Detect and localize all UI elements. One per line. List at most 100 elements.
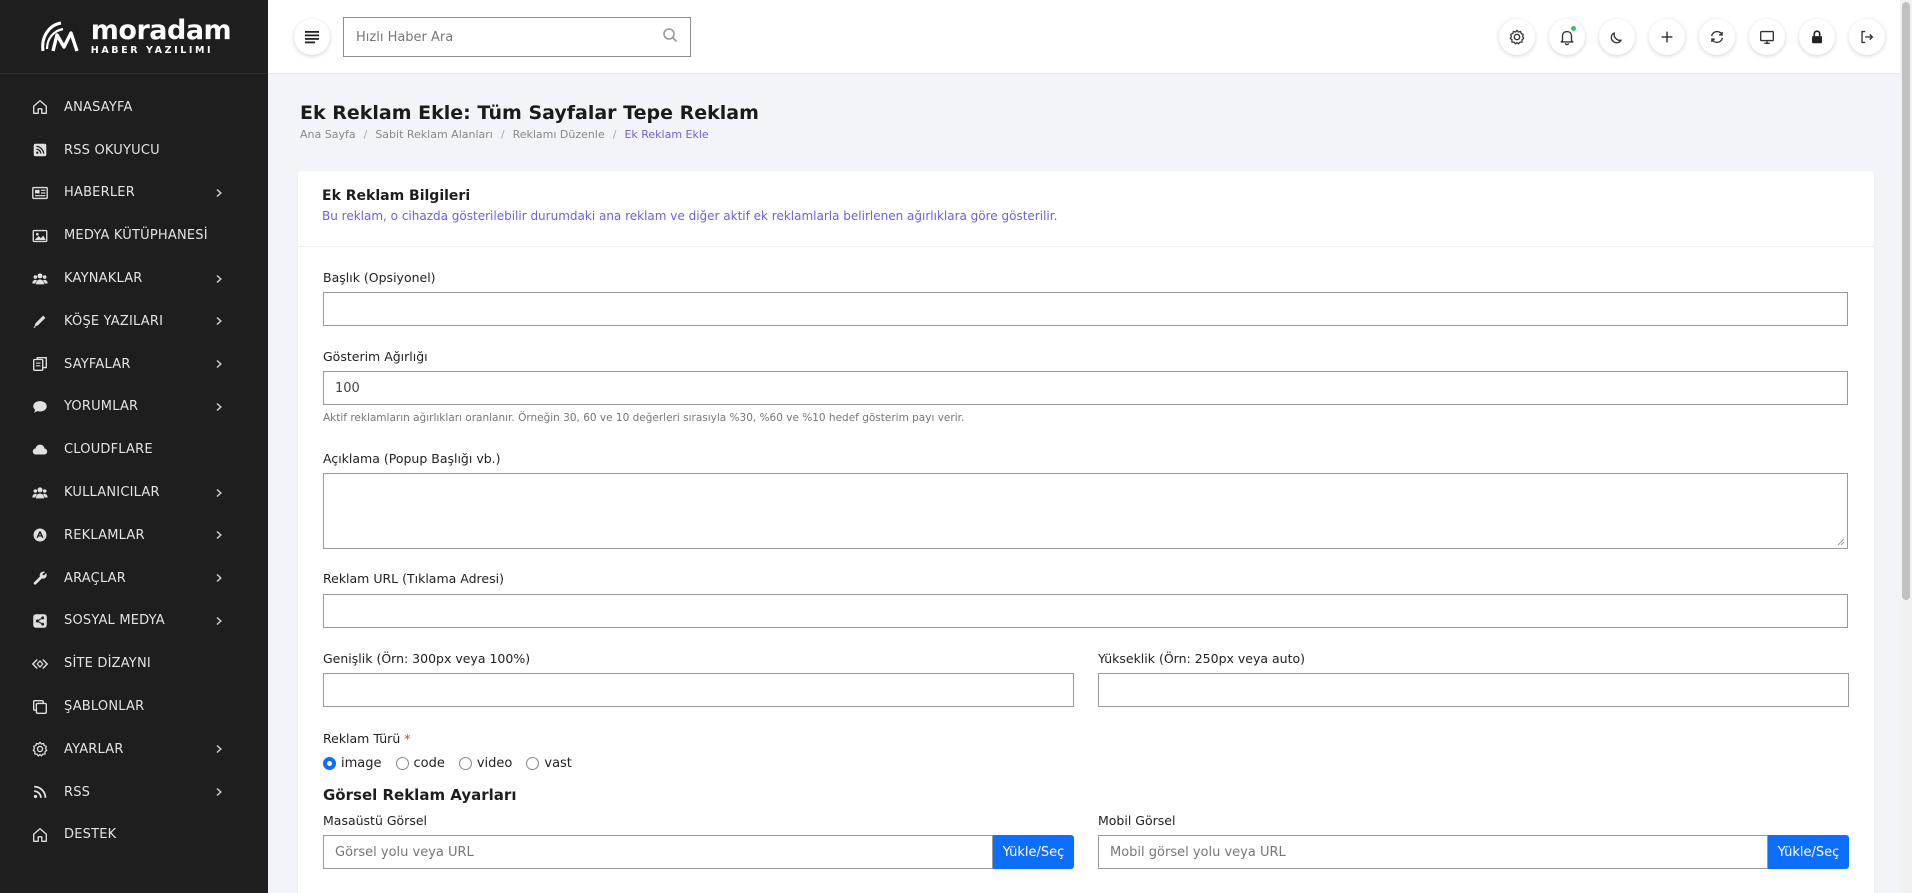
sidebar-item-medya-kutuphanesi[interactable]: MEDYA KÜTÜPHANESİ (0, 214, 268, 257)
search-icon[interactable] (662, 27, 678, 47)
image-settings-title: Görsel Reklam Ayarları (323, 786, 517, 804)
weight-input[interactable]: 100 (323, 371, 1848, 405)
sidebar-item-kullanicilar[interactable]: KULLANICILAR (0, 471, 268, 514)
pen-icon (30, 312, 50, 330)
sidebar-item-label: SOSYAL MEDYA (64, 613, 165, 629)
sidebar-item-haberler[interactable]: HABERLER (0, 172, 268, 215)
dark-mode-button[interactable] (1599, 19, 1635, 55)
desktop-upload-button[interactable]: Yükle/Seç (993, 835, 1074, 869)
lock-button[interactable] (1799, 19, 1835, 55)
scrollbar-thumb[interactable] (1902, 2, 1910, 600)
moon-icon (1610, 32, 1622, 44)
chevron-right-icon (216, 788, 222, 797)
type-radio-video[interactable]: video (458, 756, 512, 771)
chevron-right-icon (216, 488, 222, 497)
sidebar-item-kaynaklar[interactable]: KAYNAKLAR (0, 257, 268, 300)
menu-lines-icon (305, 31, 319, 44)
desktop-image-input[interactable]: Görsel yolu veya URL (323, 835, 993, 869)
add-button[interactable] (1649, 19, 1685, 55)
radio-unchecked-icon (395, 757, 409, 770)
sidebar-item-sosyal-medya[interactable]: SOSYAL MEDYA (0, 600, 268, 643)
sidebar-item-reklamlar[interactable]: REKLAMLAR (0, 514, 268, 557)
sidebar-item-site-dizayni[interactable]: SİTE DİZAYNI (0, 642, 268, 685)
sidebar-item-cloudflare[interactable]: CLOUDFLARE (0, 428, 268, 471)
sidebar-item-yorumlar[interactable]: YORUMLAR (0, 386, 268, 429)
main-content: Ek Reklam Ekle: Tüm Sayfalar Tepe Reklam… (268, 74, 1900, 893)
type-radio-image[interactable]: image (323, 756, 382, 771)
code-icon (30, 655, 50, 673)
sidebar-item-label: KÖŞE YAZILARI (64, 313, 164, 329)
chevron-right-icon (216, 531, 222, 540)
mobile-upload-button[interactable]: Yükle/Seç (1768, 835, 1849, 869)
desktop-image-group: Görsel yolu veya URL Yükle/Seç (323, 835, 1074, 869)
brand-tagline: HABER YAZILIMI (90, 45, 214, 57)
menu-toggle-button[interactable] (294, 19, 330, 55)
refresh-button[interactable] (1699, 19, 1735, 55)
sidebar-item-label: ANASAYFA (64, 99, 133, 115)
radio-unchecked-icon (526, 757, 540, 770)
width-label: Genişlik (Örn: 300px veya 100%) (323, 651, 531, 666)
topbar-actions (1499, 19, 1885, 55)
sidebar-item-sablonlar[interactable]: ŞABLONLAR (0, 685, 268, 728)
users-icon (30, 270, 50, 288)
copy-icon (30, 698, 50, 716)
weight-help-text: Aktif reklamların ağırlıkları oranlanır.… (323, 412, 965, 424)
breadcrumb-edit-ad[interactable]: Reklamı Düzenle (513, 128, 605, 141)
breadcrumb: Ana Sayfa / Sabit Reklam Alanları / Rekl… (300, 128, 709, 141)
search-box (343, 17, 691, 57)
breadcrumb-separator: / (612, 128, 617, 141)
search-input[interactable] (356, 29, 662, 45)
breadcrumb-current: Ek Reklam Ekle (624, 128, 709, 141)
users-icon (30, 484, 50, 502)
home-icon (30, 826, 50, 844)
type-radio-vast[interactable]: vast (526, 756, 572, 771)
sync-icon (1710, 30, 1724, 44)
height-input[interactable] (1098, 673, 1849, 707)
title-input[interactable] (323, 292, 1848, 326)
pages-icon (30, 355, 50, 373)
radio-label: code (413, 756, 445, 771)
sidebar-item-araclar[interactable]: ARAÇLAR (0, 557, 268, 600)
brand-logo[interactable]: moradam HABER YAZILIMI (0, 0, 268, 74)
height-label: Yükseklik (Örn: 250px veya auto) (1098, 651, 1305, 666)
resize-handle-icon[interactable] (1837, 538, 1845, 546)
logout-icon (1861, 30, 1874, 44)
sidebar-item-rss[interactable]: RSS (0, 771, 268, 814)
url-input[interactable] (323, 594, 1848, 628)
logout-button[interactable] (1849, 19, 1885, 55)
breadcrumb-fixed-ads[interactable]: Sabit Reklam Alanları (375, 128, 493, 141)
mobile-image-label: Mobil Görsel (1098, 813, 1176, 828)
page-scrollbar[interactable] (1900, 0, 1912, 893)
sidebar-item-anasayfa[interactable]: ANASAYFA (0, 86, 268, 129)
chevron-right-icon (216, 745, 222, 754)
radio-label: vast (544, 756, 572, 771)
sidebar-item-sayfalar[interactable]: SAYFALAR (0, 343, 268, 386)
radio-label: image (341, 756, 382, 771)
view-site-button[interactable] (1749, 19, 1785, 55)
sidebar-item-label: MEDYA KÜTÜPHANESİ (64, 228, 208, 244)
mobile-image-input[interactable]: Mobil görsel yolu veya URL (1098, 835, 1768, 869)
monitor-icon (1760, 30, 1774, 44)
newspaper-icon (30, 184, 50, 202)
notifications-button[interactable] (1549, 19, 1585, 55)
type-radio-code[interactable]: code (395, 756, 445, 771)
sidebar: moradam HABER YAZILIMI ANASAYFA RSS OKUYU… (0, 0, 268, 893)
sidebar-item-rss-okuyucu[interactable]: RSS OKUYUCU (0, 129, 268, 172)
width-input[interactable] (323, 673, 1074, 707)
settings-button[interactable] (1499, 19, 1535, 55)
sidebar-item-kose-yazilari[interactable]: KÖŞE YAZILARI (0, 300, 268, 343)
sidebar-item-ayarlar[interactable]: AYARLAR (0, 728, 268, 771)
type-radio-group: image code video vast (323, 756, 572, 771)
breadcrumb-home[interactable]: Ana Sayfa (300, 128, 356, 141)
ad-icon (30, 526, 50, 544)
radio-unchecked-icon (458, 757, 472, 770)
sidebar-item-destek[interactable]: DESTEK (0, 814, 268, 857)
share-icon (30, 612, 50, 630)
sidebar-item-label: KAYNAKLAR (64, 271, 143, 287)
rss-icon (30, 783, 50, 801)
description-textarea[interactable] (323, 473, 1848, 549)
breadcrumb-separator: / (500, 128, 505, 141)
type-label-text: Reklam Türü (323, 731, 401, 746)
image-icon (30, 227, 50, 245)
chevron-right-icon (216, 574, 222, 583)
